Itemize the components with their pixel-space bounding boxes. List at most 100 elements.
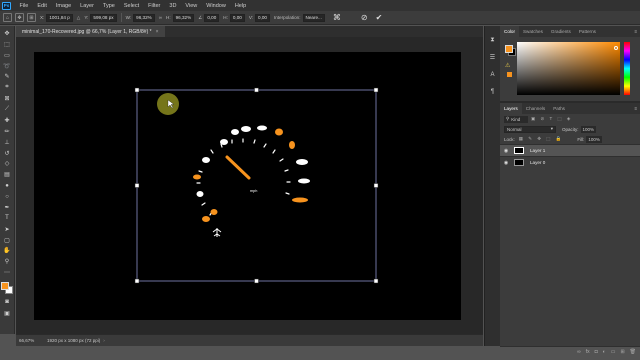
- opacity-field[interactable]: 100%: [580, 125, 597, 133]
- layer-row[interactable]: ◉ Layer 0: [500, 156, 640, 168]
- shape-tool-icon[interactable]: ▢: [3, 236, 12, 244]
- menu-file[interactable]: File: [15, 3, 33, 9]
- tab-paths[interactable]: Paths: [549, 103, 569, 114]
- commit-transform-icon[interactable]: ✔: [376, 13, 383, 22]
- right-panels: Color Swatches Gradients Patterns ≡ ⚠ La…: [500, 26, 640, 355]
- hue-slider[interactable]: [624, 42, 630, 95]
- path-select-icon[interactable]: ➤: [3, 225, 12, 233]
- visibility-eye-icon[interactable]: ◉: [500, 160, 512, 166]
- reference-point-icon[interactable]: ⊞: [27, 13, 36, 22]
- document-tab[interactable]: minimal_170-Recovered.jpg @ 66,7% (Layer…: [16, 26, 165, 37]
- width-field[interactable]: 96,32%: [133, 13, 155, 22]
- paragraph-panel-icon[interactable]: ¶: [488, 87, 497, 96]
- home-icon[interactable]: ⌂: [3, 13, 12, 22]
- new-layer-icon[interactable]: ⊞: [620, 349, 624, 355]
- more-tools-icon[interactable]: ⋯: [3, 269, 12, 277]
- lasso-tool-icon[interactable]: ➰: [3, 62, 12, 70]
- height-field[interactable]: 96,32%: [172, 13, 195, 22]
- link-layers-icon[interactable]: ∞: [577, 349, 581, 355]
- dodge-tool-icon[interactable]: ○: [3, 193, 12, 201]
- history-brush-icon[interactable]: ↺: [3, 149, 12, 157]
- layer-style-icon[interactable]: fx: [586, 349, 590, 355]
- tab-channels[interactable]: Channels: [522, 103, 549, 114]
- document-info[interactable]: 1920 px x 1080 px (72 ppi): [47, 338, 100, 343]
- panel-menu-icon[interactable]: ≡: [634, 29, 637, 34]
- cancel-transform-icon[interactable]: ⊘: [361, 13, 368, 22]
- marquee-tool-icon[interactable]: ▭: [3, 51, 12, 59]
- delete-layer-icon[interactable]: 🗑: [630, 349, 636, 355]
- move-icon[interactable]: ✥: [15, 13, 24, 22]
- new-group-icon[interactable]: ▭: [611, 349, 616, 355]
- menu-select[interactable]: Select: [119, 3, 143, 9]
- v-skew-field[interactable]: 0,00: [255, 13, 270, 22]
- menu-image[interactable]: Image: [51, 3, 75, 9]
- delta-icon[interactable]: △: [77, 15, 81, 21]
- move-tool-icon[interactable]: ✥: [3, 29, 12, 37]
- x-field[interactable]: 1001,84 p: [46, 13, 73, 22]
- web-color-icon[interactable]: [507, 72, 512, 77]
- close-tab-icon[interactable]: ×: [156, 29, 159, 35]
- canvas-workspace[interactable]: mph: [16, 37, 483, 334]
- history-panel-icon[interactable]: ⧗: [488, 36, 497, 45]
- crop-tool-icon[interactable]: ⌗: [3, 84, 12, 92]
- layer-name[interactable]: Layer 1: [530, 148, 545, 153]
- layers-menu-icon[interactable]: ≡: [634, 106, 637, 111]
- menu-layer[interactable]: Layer: [76, 3, 99, 9]
- character-panel-icon[interactable]: A: [488, 70, 497, 79]
- frame-tool-icon[interactable]: ⊠: [3, 95, 12, 103]
- stamp-tool-icon[interactable]: ⊥: [3, 138, 12, 146]
- type-tool-icon[interactable]: T: [3, 214, 12, 222]
- visibility-eye-icon[interactable]: ◉: [500, 148, 512, 154]
- tab-color[interactable]: Color: [500, 26, 519, 37]
- add-mask-icon[interactable]: ◘: [595, 349, 598, 355]
- layer-row[interactable]: ◉ Layer 1: [500, 144, 640, 156]
- quick-select-tool-icon[interactable]: ✎: [3, 73, 12, 81]
- kind-filter-select[interactable]: ⚲ Kind: [504, 115, 528, 123]
- zoom-level[interactable]: 66,67%: [19, 338, 41, 343]
- menu-help[interactable]: Help: [230, 3, 250, 9]
- gradient-tool-icon[interactable]: ▤: [3, 171, 12, 179]
- eraser-tool-icon[interactable]: ◇: [3, 160, 12, 168]
- menu-view[interactable]: View: [181, 3, 202, 9]
- document-canvas[interactable]: mph: [34, 52, 461, 320]
- blend-mode-select[interactable]: Normal ▾: [504, 125, 556, 133]
- tab-swatches[interactable]: Swatches: [519, 26, 547, 37]
- warp-icon[interactable]: ⌘: [333, 13, 341, 22]
- screen-mode-icon[interactable]: ▣: [3, 309, 12, 317]
- menu-window[interactable]: Window: [202, 3, 231, 9]
- filter-icons[interactable]: ▣ ⊘ T ⬚ ◈: [531, 116, 572, 122]
- menu-edit[interactable]: Edit: [33, 3, 51, 9]
- eyedropper-tool-icon[interactable]: ⟋: [3, 106, 12, 114]
- brush-tool-icon[interactable]: ✏: [3, 127, 12, 135]
- status-menu-icon[interactable]: ›: [103, 338, 105, 343]
- lock-icons[interactable]: ▦ ✎ ✥ ⬚ 🔒: [519, 136, 564, 142]
- color-foreground-swatch[interactable]: [505, 45, 513, 53]
- tab-patterns[interactable]: Patterns: [575, 26, 600, 37]
- interpolation-select[interactable]: Neare...: [302, 13, 325, 22]
- menu-type[interactable]: Type: [98, 3, 119, 9]
- menu-filter[interactable]: Filter: [144, 3, 165, 9]
- artboard-tool-icon[interactable]: ⬚: [3, 40, 12, 48]
- tab-gradients[interactable]: Gradients: [547, 26, 575, 37]
- menu-3d[interactable]: 3D: [165, 3, 181, 9]
- zoom-tool-icon[interactable]: ⚲: [3, 258, 12, 266]
- tab-layers[interactable]: Layers: [500, 103, 522, 114]
- color-swatches[interactable]: [1, 282, 13, 295]
- layer-name[interactable]: Layer 0: [530, 160, 545, 165]
- quick-mask-icon[interactable]: ◙: [3, 298, 12, 306]
- fill-field[interactable]: 100%: [586, 135, 602, 143]
- gamut-warning-icon[interactable]: ⚠: [505, 62, 510, 69]
- h-skew-field[interactable]: 0,00: [229, 13, 245, 22]
- blur-tool-icon[interactable]: ●: [3, 182, 12, 190]
- color-picker-marker[interactable]: [614, 46, 618, 50]
- foreground-color-swatch[interactable]: [1, 282, 9, 291]
- link-icon[interactable]: ∞: [159, 15, 162, 20]
- hand-tool-icon[interactable]: ✋: [3, 247, 12, 255]
- properties-panel-icon[interactable]: ☰: [488, 53, 497, 62]
- color-picker-field[interactable]: [517, 42, 620, 95]
- adjustment-layer-icon[interactable]: ◐: [603, 349, 606, 355]
- angle-field[interactable]: 0,00: [204, 13, 220, 22]
- pen-tool-icon[interactable]: ✒: [3, 203, 12, 211]
- y-field[interactable]: 599,08 px: [90, 13, 117, 22]
- healing-brush-icon[interactable]: ✚: [3, 116, 12, 124]
